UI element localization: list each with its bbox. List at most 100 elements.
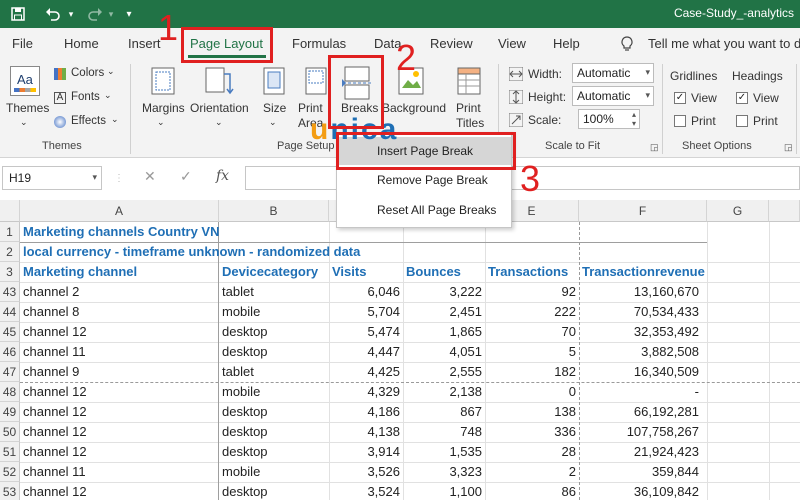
table-cell[interactable]: channel 12 (20, 402, 219, 422)
table-cell[interactable]: channel 12 (20, 322, 219, 342)
orientation-button[interactable]: Orientation (190, 101, 249, 115)
table-cell[interactable]: channel 9 (20, 362, 219, 382)
row-header[interactable]: 47 (0, 362, 20, 382)
tab-insert[interactable]: Insert (128, 36, 161, 51)
orientation-icon[interactable] (204, 66, 234, 96)
table-cell[interactable]: - (579, 382, 707, 402)
column-header-g[interactable]: G (707, 200, 769, 222)
table-cell[interactable]: channel 11 (20, 462, 219, 482)
table-cell[interactable]: 4,138 (329, 422, 403, 442)
print-titles-button[interactable]: Print Titles (456, 101, 486, 131)
themes-dropdown-icon[interactable]: ⌄ (20, 117, 28, 128)
redo-dropdown-icon[interactable]: ▾ (106, 4, 116, 24)
tab-help[interactable]: Help (553, 36, 580, 51)
row-header[interactable]: 1 (0, 222, 20, 242)
table-cell[interactable]: channel 12 (20, 382, 219, 402)
table-cell[interactable]: 3,914 (329, 442, 403, 462)
select-all-corner[interactable] (0, 200, 20, 222)
header-cell[interactable]: Marketing channel (20, 262, 219, 282)
size-button[interactable]: Size (263, 101, 286, 115)
margins-button[interactable]: Margins (142, 101, 185, 115)
width-select[interactable]: Automatic ▾ (572, 63, 654, 83)
table-cell[interactable]: 36,109,842 (579, 482, 707, 500)
fonts-button[interactable]: Fonts (71, 91, 100, 103)
table-cell[interactable]: channel 11 (20, 342, 219, 362)
save-icon[interactable] (8, 4, 28, 24)
tab-home[interactable]: Home (64, 36, 99, 51)
table-cell[interactable]: 16,340,509 (579, 362, 707, 382)
themes-icon[interactable]: Aa (10, 66, 40, 96)
row-header[interactable]: 50 (0, 422, 20, 442)
drag-handle-icon[interactable]: ⋮ (114, 173, 124, 184)
margins-icon[interactable] (150, 66, 176, 96)
table-cell[interactable]: desktop (219, 342, 329, 362)
table-cell[interactable]: 6,046 (329, 282, 403, 302)
table-cell[interactable]: 867 (403, 402, 485, 422)
row-header[interactable]: 51 (0, 442, 20, 462)
colors-button[interactable]: Colors (71, 67, 104, 79)
table-cell[interactable]: mobile (219, 302, 329, 322)
row-header[interactable]: 48 (0, 382, 20, 402)
table-cell[interactable]: 336 (485, 422, 579, 442)
table-cell[interactable]: 70,534,433 (579, 302, 707, 322)
table-cell[interactable]: mobile (219, 462, 329, 482)
row-header[interactable]: 45 (0, 322, 20, 342)
tab-view[interactable]: View (498, 36, 526, 51)
tab-file[interactable]: File (12, 36, 33, 51)
dialog-launcher-icon[interactable]: ◲ (784, 142, 793, 153)
header-cell[interactable]: Bounces (403, 262, 485, 282)
tab-formulas[interactable]: Formulas (292, 36, 346, 51)
table-cell[interactable]: 5 (485, 342, 579, 362)
column-header-a[interactable]: A (20, 200, 219, 222)
table-cell[interactable]: 3,323 (403, 462, 485, 482)
scale-input[interactable]: 100% ▴ ▾ (578, 109, 640, 129)
size-icon[interactable] (262, 66, 286, 96)
table-cell[interactable]: 86 (485, 482, 579, 500)
print-area-icon[interactable] (304, 66, 328, 96)
tell-me-search[interactable]: Tell me what you want to do (648, 36, 800, 51)
table-cell[interactable]: 1,865 (403, 322, 485, 342)
row-header[interactable]: 2 (0, 242, 20, 262)
headings-view-checkbox[interactable]: ✓ (736, 92, 748, 104)
cancel-icon[interactable]: ✕ (144, 168, 156, 185)
table-cell[interactable]: 5,474 (329, 322, 403, 342)
header-cell[interactable]: Devicecategory (219, 262, 329, 282)
tab-review[interactable]: Review (430, 36, 473, 51)
table-cell[interactable]: 107,758,267 (579, 422, 707, 442)
table-cell[interactable]: channel 8 (20, 302, 219, 322)
row-header[interactable]: 53 (0, 482, 20, 500)
header-cell[interactable]: Transactions (485, 262, 579, 282)
table-cell[interactable]: channel 12 (20, 422, 219, 442)
table-cell[interactable]: mobile (219, 382, 329, 402)
table-cell[interactable]: 92 (485, 282, 579, 302)
table-cell[interactable]: desktop (219, 402, 329, 422)
table-cell[interactable]: 3,882,508 (579, 342, 707, 362)
table-cell[interactable]: 4,447 (329, 342, 403, 362)
undo-dropdown-icon[interactable]: ▾ (66, 4, 76, 24)
table-cell[interactable]: 3,526 (329, 462, 403, 482)
headings-print-checkbox[interactable] (736, 115, 748, 127)
table-cell[interactable]: 222 (485, 302, 579, 322)
table-cell[interactable]: 13,160,670 (579, 282, 707, 302)
table-cell[interactable]: 2,138 (403, 382, 485, 402)
sheet-subtitle[interactable]: local currency - timeframe unknown - ran… (20, 242, 400, 262)
gridlines-view-checkbox[interactable]: ✓ (674, 92, 686, 104)
table-cell[interactable]: desktop (219, 322, 329, 342)
reset-all-page-breaks-item[interactable]: Reset All Page Breaks (337, 196, 511, 224)
table-cell[interactable]: desktop (219, 422, 329, 442)
undo-icon[interactable] (42, 4, 64, 24)
column-header-b[interactable]: B (219, 200, 329, 222)
table-cell[interactable]: 359,844 (579, 462, 707, 482)
table-cell[interactable]: channel 2 (20, 282, 219, 302)
table-cell[interactable]: 2,451 (403, 302, 485, 322)
table-cell[interactable]: 4,186 (329, 402, 403, 422)
spin-icon[interactable]: ▴ ▾ (632, 110, 636, 128)
redo-icon[interactable] (84, 4, 106, 24)
row-header[interactable]: 46 (0, 342, 20, 362)
table-cell[interactable]: 138 (485, 402, 579, 422)
gridlines-print-checkbox[interactable] (674, 115, 686, 127)
table-cell[interactable]: 4,329 (329, 382, 403, 402)
column-header-h[interactable] (769, 200, 800, 222)
customize-qat-icon[interactable]: ▾ (122, 4, 136, 24)
table-cell[interactable]: 1,535 (403, 442, 485, 462)
